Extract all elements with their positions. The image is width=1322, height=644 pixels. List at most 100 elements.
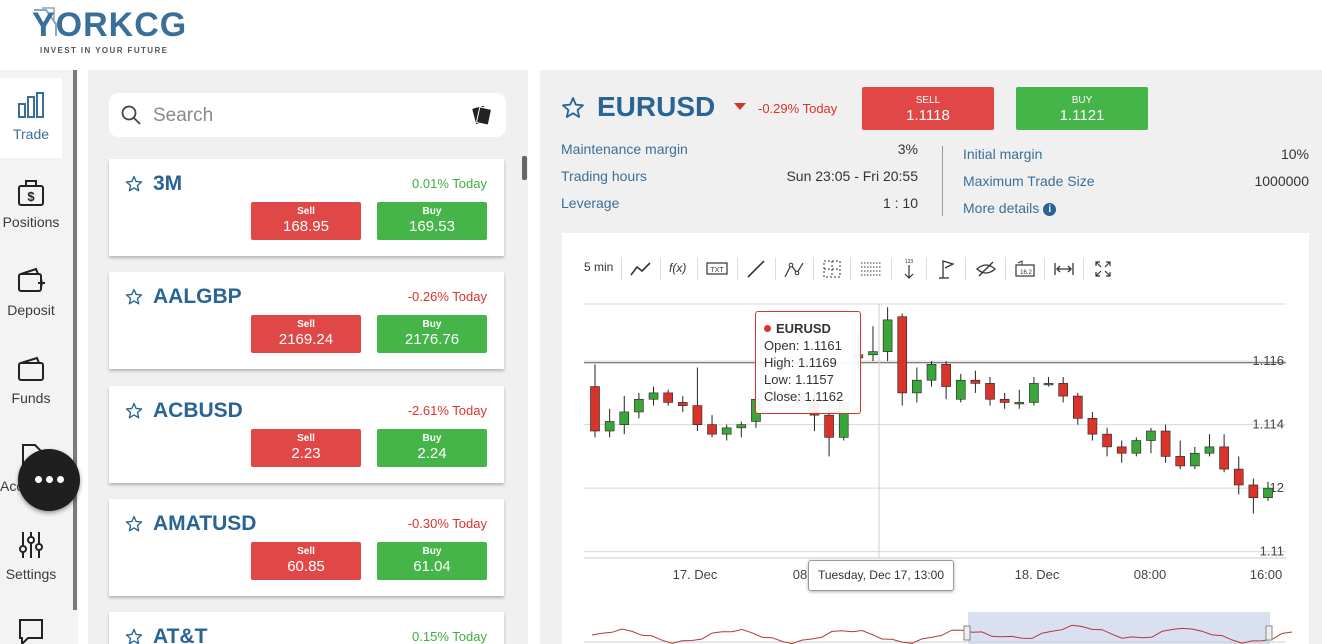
tooltip-close: Close: 1.1162: [764, 389, 844, 404]
candle-body: [1248, 484, 1259, 498]
candle-body: [824, 414, 834, 438]
favorite-star-icon[interactable]: [561, 96, 585, 120]
instrument-change: 0.15% Today: [412, 629, 487, 644]
flag-icon[interactable]: [937, 258, 957, 280]
instrument-card[interactable]: AT&T 0.15% Today: [109, 612, 504, 644]
max-trade-size-value: 1000000: [1254, 173, 1309, 189]
nav-item-funds[interactable]: Funds: [0, 342, 62, 422]
buy-button[interactable]: Buy 2.24: [377, 429, 487, 467]
search-box[interactable]: Search: [109, 93, 506, 137]
tooltip-symbol: EURUSD: [776, 321, 831, 336]
eye-hide-icon[interactable]: [975, 259, 997, 279]
change-value: -0.26%: [407, 289, 449, 304]
list-scrollbar[interactable]: [522, 156, 527, 180]
nav-item-settings[interactable]: Settings: [0, 518, 62, 598]
candle-body: [721, 427, 732, 435]
search-input[interactable]: Search: [153, 105, 213, 127]
buy-button[interactable]: Buy 169.53: [377, 202, 487, 240]
nav-label: Deposit: [7, 302, 55, 318]
candle-body: [1190, 452, 1200, 467]
favorite-star-icon[interactable]: [125, 288, 143, 306]
more-details-link[interactable]: More details i: [963, 200, 1057, 216]
buy-label: Buy: [422, 546, 442, 557]
logo[interactable]: YORKCG INVEST IN YOUR FUTURE: [32, 6, 186, 58]
candle-body: [604, 421, 615, 432]
x-axis-tooltip: Tuesday, Dec 17, 13:00: [808, 560, 954, 591]
y-tick-label: 1.116: [1252, 353, 1284, 368]
favorite-star-icon[interactable]: [125, 175, 143, 193]
candle-body: [1204, 446, 1215, 454]
buy-button[interactable]: Buy 2176.76: [377, 315, 487, 353]
candle-body: [999, 398, 1010, 403]
candle-body: [868, 351, 878, 356]
sell-button[interactable]: Sell 168.95: [251, 202, 361, 240]
pattern-icon[interactable]: [783, 259, 805, 279]
instrument-change: -0.30% Today: [408, 516, 487, 531]
nav-scrollbar[interactable]: [73, 70, 77, 610]
sell-label: Sell: [297, 546, 315, 557]
buy-price: 2.24: [417, 445, 447, 462]
interval-selector[interactable]: 5 min: [584, 260, 613, 282]
change-value: -2.61%: [407, 403, 449, 418]
instrument-symbol: ACBUSD: [153, 399, 243, 422]
change-period: Today: [452, 516, 487, 531]
candle-body: [1043, 383, 1054, 386]
trend-line-icon[interactable]: [746, 259, 766, 279]
favorite-star-icon[interactable]: [125, 628, 143, 644]
zoom-range-icon[interactable]: [1053, 260, 1075, 278]
sell-button[interactable]: SELL 1.1118: [862, 87, 994, 130]
price-label-icon[interactable]: 16.2: [1014, 259, 1036, 279]
chat-bubble-button[interactable]: [18, 449, 80, 511]
candle-body: [1146, 430, 1156, 441]
line-chart-icon[interactable]: [630, 259, 652, 279]
logo-tagline: INVEST IN YOUR FUTURE: [40, 46, 169, 55]
sell-button[interactable]: Sell 60.85: [251, 542, 361, 580]
nav-item-positions[interactable]: $ Positions: [0, 166, 62, 246]
toolbar-divider: [1044, 258, 1045, 280]
instrument-card[interactable]: AMATUSD -0.30% Today Sell 60.85 Buy 61.04: [109, 499, 504, 596]
sell-price: 1.1118: [906, 107, 950, 124]
instrument-card[interactable]: 3M 0.01% Today Sell 168.95 Buy 169.53: [109, 159, 504, 256]
favorite-star-icon[interactable]: [125, 402, 143, 420]
buy-price: 1.1121: [1059, 107, 1105, 124]
buy-label: Buy: [422, 433, 442, 444]
sell-button[interactable]: Sell 2.23: [251, 429, 361, 467]
navigator-range: [968, 612, 1270, 644]
favorite-star-icon[interactable]: [125, 515, 143, 533]
candle-body: [955, 379, 966, 400]
maintenance-margin-label: Maintenance margin: [561, 141, 688, 157]
nav-item-trade[interactable]: Trade: [0, 78, 62, 158]
nav-item-deposit[interactable]: Deposit: [0, 254, 62, 334]
briefcase-dollar-icon: $: [18, 180, 44, 206]
fullscreen-icon[interactable]: [1094, 260, 1112, 278]
nav-item-support[interactable]: [0, 606, 62, 644]
toolbar-divider: [850, 258, 851, 280]
cards-icon[interactable]: [470, 103, 494, 127]
fibonacci-icon[interactable]: [860, 259, 882, 279]
buy-button[interactable]: Buy 61.04: [377, 542, 487, 580]
svg-text:TXT: TXT: [710, 267, 724, 274]
sell-label: SELL: [915, 95, 941, 106]
candle-body: [1131, 440, 1142, 454]
instrument-card[interactable]: ACBUSD -2.61% Today Sell 2.23 Buy 2.24: [109, 386, 504, 483]
max-trade-size-label: Maximum Trade Size: [963, 173, 1095, 189]
candle-body: [1233, 468, 1244, 486]
sell-price: 2169.24: [278, 331, 334, 348]
sell-button[interactable]: Sell 2169.24: [251, 315, 361, 353]
function-icon[interactable]: f(x): [669, 261, 686, 283]
text-icon[interactable]: TXT: [706, 260, 728, 278]
more-details-text: More details: [963, 200, 1040, 216]
measure-icon[interactable]: 123: [900, 258, 918, 280]
crosshair-icon[interactable]: [822, 259, 842, 279]
instrument-card[interactable]: AALGBP -0.26% Today Sell 2169.24 Buy 2176.76: [109, 272, 504, 369]
chat-square-icon: [19, 619, 43, 644]
buy-button[interactable]: BUY 1.1121: [1016, 87, 1148, 130]
change-period: Today: [452, 289, 487, 304]
sell-label: Sell: [297, 206, 315, 217]
toolbar-divider: [1083, 258, 1084, 280]
instrument-change: -0.26% Today: [408, 289, 487, 304]
instrument-symbol: AALGBP: [153, 285, 242, 308]
wallet-icon: [18, 356, 44, 381]
buy-price: 61.04: [413, 558, 451, 575]
chart-tooltip: EURUSD Open: 1.1161 High: 1.1169 Low: 1.…: [755, 311, 861, 414]
